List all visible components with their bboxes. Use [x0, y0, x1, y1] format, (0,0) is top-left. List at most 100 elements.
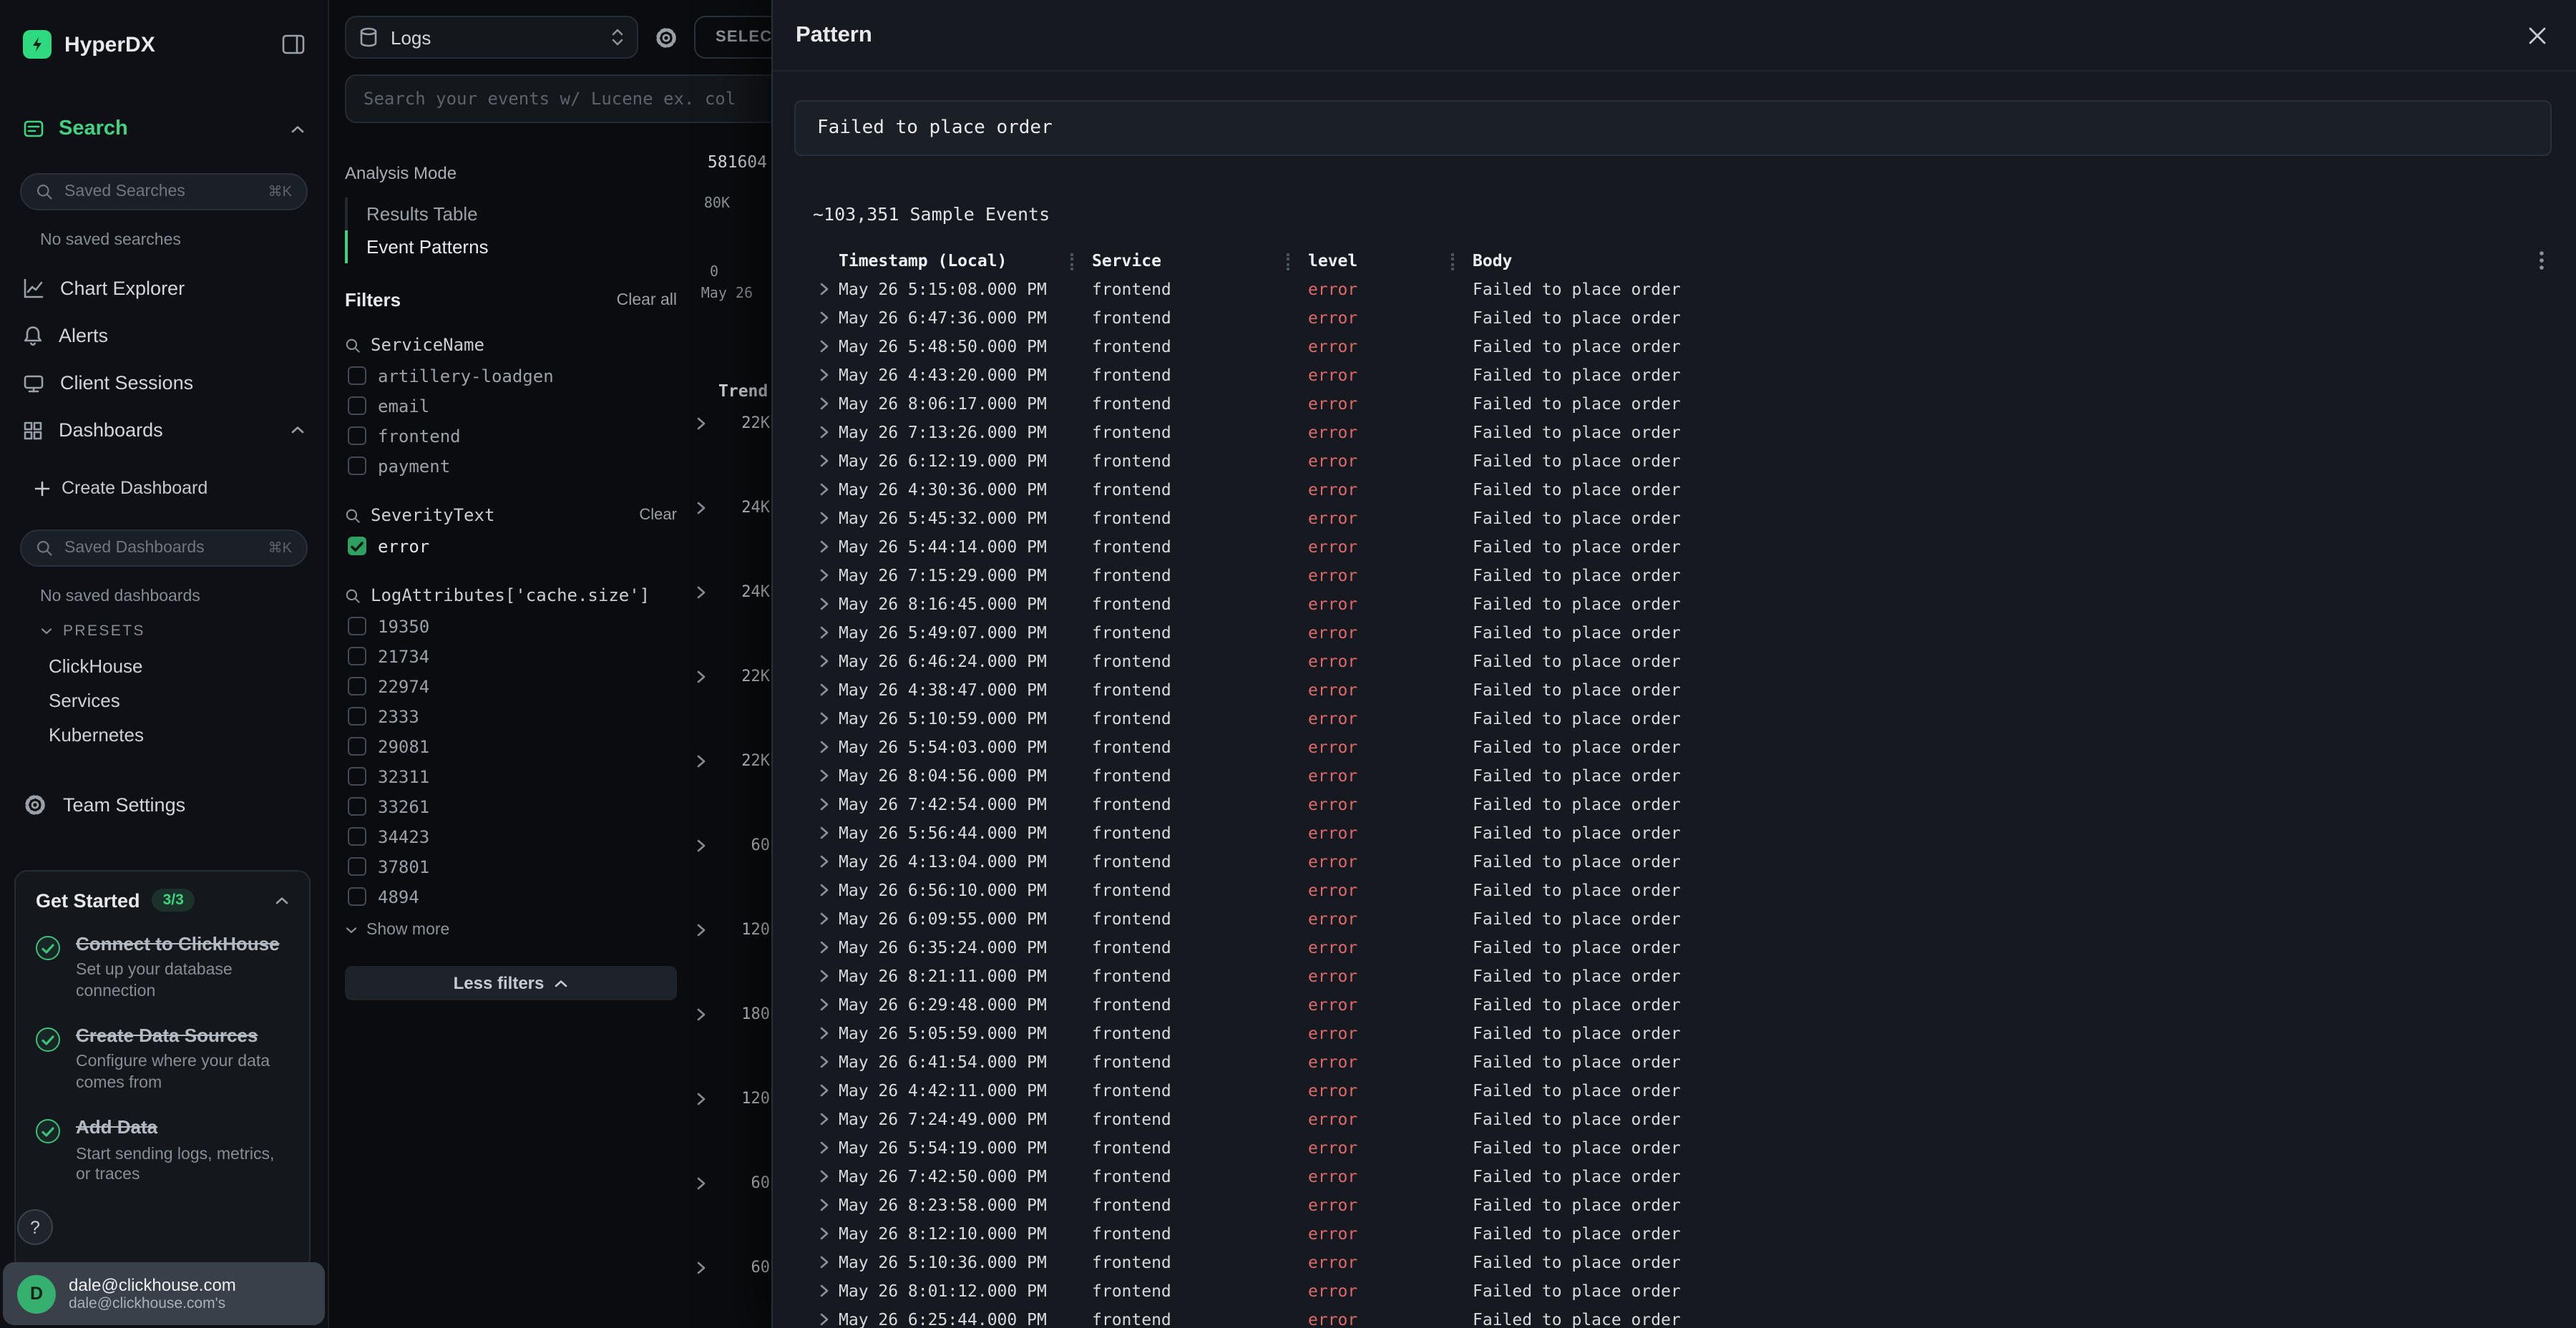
event-row[interactable]: May 26 5:54:03.000 PM frontend error Fai… — [799, 733, 2576, 761]
checkbox-icon[interactable] — [348, 857, 366, 876]
event-row[interactable]: May 26 4:38:47.000 PM frontend error Fai… — [799, 675, 2576, 704]
brand-header[interactable]: HyperDX — [23, 29, 305, 60]
filter-option[interactable]: 33261 — [345, 791, 677, 821]
mode-results-table[interactable]: Results Table — [345, 197, 677, 230]
filter-option[interactable]: artillery-loadgen — [345, 361, 677, 391]
checkbox-icon[interactable] — [348, 456, 366, 475]
filter-option[interactable]: 19350 — [345, 611, 677, 641]
checkbox-icon[interactable] — [348, 707, 366, 726]
less-filters-button[interactable]: Less filters — [345, 966, 677, 1000]
pattern-row-edge[interactable]: 22K — [696, 634, 770, 718]
filter-option-error[interactable]: error — [345, 531, 677, 561]
checkbox-icon[interactable] — [348, 827, 366, 846]
chevron-right-icon[interactable] — [799, 1284, 839, 1298]
close-icon[interactable] — [2527, 25, 2547, 45]
get-started-header[interactable]: Get Started 3/3 — [36, 889, 289, 912]
pattern-row-edge[interactable]: 24K — [696, 465, 770, 550]
event-row[interactable]: May 26 6:12:19.000 PM frontend error Fai… — [799, 446, 2576, 475]
source-select[interactable]: Logs — [345, 16, 638, 59]
event-row[interactable]: May 26 6:25:44.000 PM frontend error Fai… — [799, 1305, 2576, 1328]
filter-option[interactable]: 34423 — [345, 821, 677, 851]
pattern-row-edge[interactable]: 22K — [696, 381, 770, 465]
pattern-row-edge[interactable]: 24K — [696, 550, 770, 634]
event-row[interactable]: May 26 8:21:11.000 PM frontend error Fai… — [799, 962, 2576, 990]
chevron-right-icon[interactable] — [696, 500, 707, 514]
chevron-right-icon[interactable] — [799, 597, 839, 611]
event-row[interactable]: May 26 6:56:10.000 PM frontend error Fai… — [799, 876, 2576, 904]
chevron-right-icon[interactable] — [799, 1169, 839, 1183]
event-row[interactable]: May 26 6:41:54.000 PM frontend error Fai… — [799, 1048, 2576, 1076]
chevron-right-icon[interactable] — [696, 1091, 707, 1105]
pattern-row-edge[interactable]: 120 — [696, 887, 770, 972]
event-row[interactable]: May 26 5:44:14.000 PM frontend error Fai… — [799, 532, 2576, 561]
filter-option[interactable]: 22974 — [345, 671, 677, 701]
filter-option[interactable]: frontend — [345, 421, 677, 451]
chevron-right-icon[interactable] — [696, 416, 707, 430]
chevron-right-icon[interactable] — [799, 940, 839, 954]
checkbox-icon[interactable] — [348, 737, 366, 756]
chevron-right-icon[interactable] — [799, 654, 839, 668]
get-started-step-add-data[interactable]: Add Data Start sending logs, metrics, or… — [36, 1117, 289, 1187]
clear-all-filters-link[interactable]: Clear all — [617, 291, 677, 308]
pattern-row-edge[interactable]: 60 — [696, 803, 770, 887]
filter-option[interactable]: 29081 — [345, 731, 677, 761]
chevron-right-icon[interactable] — [799, 768, 839, 783]
chevron-right-icon[interactable] — [696, 1176, 707, 1190]
event-row[interactable]: May 26 7:13:26.000 PM frontend error Fai… — [799, 418, 2576, 446]
event-row[interactable]: May 26 8:04:56.000 PM frontend error Fai… — [799, 761, 2576, 790]
collapse-sidebar-icon[interactable] — [282, 34, 305, 54]
saved-dashboards-input[interactable]: Saved Dashboards ⌘K — [20, 529, 308, 567]
event-row[interactable]: May 26 7:42:50.000 PM frontend error Fai… — [799, 1162, 2576, 1191]
event-row[interactable]: May 26 5:45:32.000 PM frontend error Fai… — [799, 504, 2576, 532]
event-row[interactable]: May 26 6:46:24.000 PM frontend error Fai… — [799, 647, 2576, 675]
chevron-right-icon[interactable] — [799, 625, 839, 640]
chevron-right-icon[interactable] — [799, 683, 839, 697]
get-started-step-sources[interactable]: Create Data Sources Configure where your… — [36, 1025, 289, 1095]
event-row[interactable]: May 26 5:05:59.000 PM frontend error Fai… — [799, 1019, 2576, 1048]
checkbox-icon[interactable] — [348, 767, 366, 786]
event-row[interactable]: May 26 7:15:29.000 PM frontend error Fai… — [799, 561, 2576, 590]
chevron-right-icon[interactable] — [799, 482, 839, 497]
event-row[interactable]: May 26 5:10:59.000 PM frontend error Fai… — [799, 704, 2576, 733]
chevron-right-icon[interactable] — [799, 1055, 839, 1069]
checkbox-icon[interactable] — [348, 797, 366, 816]
event-row[interactable]: May 26 7:24:49.000 PM frontend error Fai… — [799, 1105, 2576, 1133]
chevron-right-icon[interactable] — [799, 425, 839, 439]
search-section-header[interactable]: Search — [23, 110, 305, 147]
event-row[interactable]: May 26 8:01:12.000 PM frontend error Fai… — [799, 1276, 2576, 1305]
chevron-right-icon[interactable] — [799, 797, 839, 811]
event-row[interactable]: May 26 5:56:44.000 PM frontend error Fai… — [799, 819, 2576, 847]
chevron-right-icon[interactable] — [799, 511, 839, 525]
chevron-right-icon[interactable] — [696, 585, 707, 599]
chevron-right-icon[interactable] — [799, 1198, 839, 1212]
chevron-right-icon[interactable] — [799, 883, 839, 897]
chevron-right-icon[interactable] — [696, 1007, 707, 1021]
filter-option[interactable]: payment — [345, 451, 677, 481]
chevron-right-icon[interactable] — [799, 1312, 839, 1327]
create-dashboard-button[interactable]: Create Dashboard — [34, 472, 305, 504]
event-row[interactable]: May 26 8:12:10.000 PM frontend error Fai… — [799, 1219, 2576, 1248]
chevron-right-icon[interactable] — [799, 540, 839, 554]
checkbox-icon[interactable] — [348, 887, 366, 906]
chevron-right-icon[interactable] — [799, 368, 839, 382]
event-row[interactable]: May 26 8:06:17.000 PM frontend error Fai… — [799, 389, 2576, 418]
filter-option[interactable]: 21734 — [345, 641, 677, 671]
filter-option[interactable]: email — [345, 391, 677, 421]
chevron-right-icon[interactable] — [799, 311, 839, 325]
event-row[interactable]: May 26 6:47:36.000 PM frontend error Fai… — [799, 303, 2576, 332]
help-button[interactable]: ? — [17, 1209, 53, 1245]
chevron-right-icon[interactable] — [799, 568, 839, 582]
pattern-row-edge[interactable]: 180 — [696, 972, 770, 1056]
search-icon[interactable] — [345, 507, 361, 523]
chevron-right-icon[interactable] — [799, 339, 839, 353]
presets-header[interactable]: PRESETS — [40, 620, 328, 643]
mode-event-patterns[interactable]: Event Patterns — [345, 230, 677, 263]
chevron-right-icon[interactable] — [799, 969, 839, 983]
chevron-right-icon[interactable] — [799, 1255, 839, 1269]
preset-services[interactable]: Services — [0, 683, 328, 717]
chevron-right-icon[interactable] — [696, 838, 707, 852]
event-row[interactable]: May 26 6:09:55.000 PM frontend error Fai… — [799, 904, 2576, 933]
search-icon[interactable] — [345, 587, 361, 603]
chevron-right-icon[interactable] — [799, 711, 839, 726]
pattern-row-edge[interactable]: 60 — [696, 1225, 770, 1309]
